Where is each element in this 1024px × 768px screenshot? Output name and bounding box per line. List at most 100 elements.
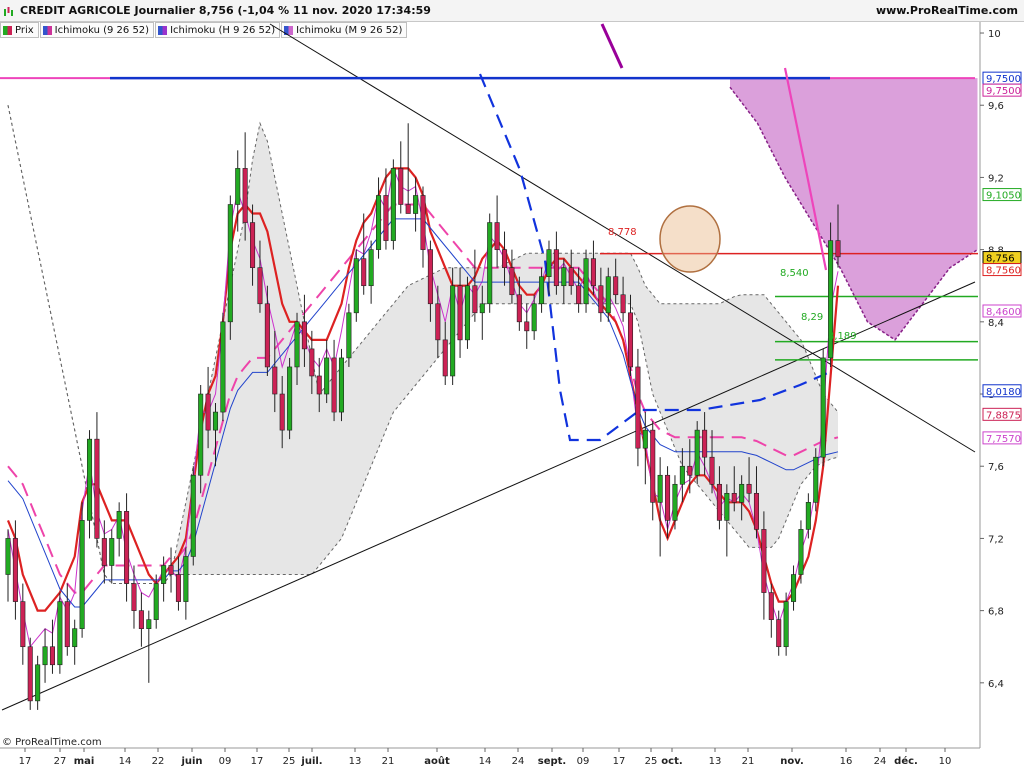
candle bbox=[309, 348, 315, 377]
candle bbox=[12, 538, 18, 602]
price-chart[interactable]: 8,7788,5408,298,189 109,69,28,88,487,67,… bbox=[0, 0, 1024, 768]
candle bbox=[361, 258, 367, 287]
candle bbox=[235, 168, 241, 205]
candle bbox=[279, 393, 285, 431]
candle bbox=[457, 285, 463, 341]
candle bbox=[264, 303, 270, 368]
annotation-label: 8,778 bbox=[608, 227, 637, 238]
y-tick-label: 10 bbox=[988, 29, 1001, 40]
candle bbox=[427, 249, 433, 305]
x-tick-label: 25 bbox=[645, 756, 658, 767]
annotation-label: 8,29 bbox=[801, 312, 823, 323]
candle bbox=[576, 285, 582, 305]
candle bbox=[420, 195, 426, 250]
candle bbox=[516, 294, 522, 323]
candle bbox=[442, 339, 448, 377]
candle bbox=[64, 601, 70, 648]
candle bbox=[205, 393, 211, 431]
x-tick-label: 27 bbox=[54, 756, 67, 767]
y-tick-label: 8,4 bbox=[988, 318, 1004, 329]
candle bbox=[287, 366, 293, 431]
candle bbox=[524, 321, 530, 332]
y-tick-label: 7,2 bbox=[988, 534, 1004, 545]
candle bbox=[768, 592, 774, 620]
candle bbox=[835, 240, 841, 258]
candle bbox=[724, 492, 730, 521]
candle bbox=[642, 429, 648, 449]
candle bbox=[561, 267, 567, 287]
candle bbox=[776, 619, 782, 648]
x-tick-label: mai bbox=[74, 756, 95, 767]
candle bbox=[746, 483, 752, 494]
candle bbox=[665, 474, 671, 521]
candle bbox=[35, 664, 41, 702]
candle bbox=[679, 465, 685, 485]
candle bbox=[635, 366, 641, 449]
candle bbox=[620, 294, 626, 314]
candle bbox=[338, 357, 345, 413]
candle bbox=[716, 483, 722, 521]
candle bbox=[20, 601, 26, 648]
candle bbox=[220, 321, 226, 413]
candle bbox=[650, 429, 656, 503]
x-tick-label: 14 bbox=[479, 756, 492, 767]
candle bbox=[175, 574, 181, 602]
x-tick-label: juil. bbox=[300, 756, 322, 767]
x-tick-label: 13 bbox=[349, 756, 362, 767]
price-label: 9,7500 bbox=[986, 74, 1021, 85]
candle bbox=[131, 583, 137, 611]
candle bbox=[413, 195, 419, 214]
candle bbox=[702, 429, 708, 458]
y-tick-label: 6,4 bbox=[988, 679, 1004, 690]
x-tick-label: 25 bbox=[283, 756, 296, 767]
candle bbox=[494, 222, 500, 250]
candle bbox=[398, 168, 404, 205]
x-tick-label: nov. bbox=[780, 756, 804, 767]
highlight-circle bbox=[659, 205, 721, 273]
x-tick-label: 09 bbox=[577, 756, 590, 767]
candle bbox=[27, 646, 33, 702]
candle bbox=[161, 565, 167, 584]
candle bbox=[820, 357, 826, 458]
copyright: © ProRealTime.com bbox=[2, 737, 102, 748]
candle bbox=[49, 646, 55, 666]
candle bbox=[753, 492, 760, 530]
candle bbox=[272, 366, 278, 395]
candle bbox=[331, 357, 337, 413]
candle bbox=[86, 438, 93, 521]
candle bbox=[783, 601, 789, 648]
candle bbox=[627, 312, 634, 368]
x-tick-label: 17 bbox=[251, 756, 264, 767]
candle bbox=[390, 168, 396, 241]
candle bbox=[613, 276, 619, 296]
candle bbox=[450, 285, 456, 377]
candle bbox=[605, 276, 611, 314]
candle bbox=[487, 222, 493, 305]
candle bbox=[472, 285, 478, 314]
candle bbox=[242, 168, 248, 223]
x-tick-label: juin bbox=[180, 756, 202, 767]
x-tick-label: oct. bbox=[661, 756, 682, 767]
candle bbox=[798, 529, 804, 575]
price-label: 7,7570 bbox=[986, 434, 1021, 445]
candle bbox=[72, 628, 78, 648]
candle bbox=[294, 321, 300, 368]
candle bbox=[190, 474, 196, 557]
x-tick-label: sept. bbox=[538, 756, 566, 767]
y-tick-label: 9,2 bbox=[988, 173, 1004, 184]
candle bbox=[368, 249, 374, 287]
candle bbox=[5, 538, 11, 575]
candle bbox=[250, 222, 256, 268]
candle bbox=[590, 258, 596, 287]
candle bbox=[694, 429, 700, 476]
y-tick-label: 6,8 bbox=[988, 607, 1004, 618]
candle bbox=[383, 195, 389, 241]
price-label: 9,7500 bbox=[986, 86, 1021, 97]
candle bbox=[109, 538, 115, 566]
x-tick-label: août bbox=[424, 755, 450, 767]
candle bbox=[376, 195, 382, 250]
x-tick-label: 09 bbox=[219, 756, 232, 767]
x-tick-label: 14 bbox=[119, 756, 132, 767]
y-tick-label: 9,6 bbox=[988, 101, 1004, 112]
candle bbox=[116, 511, 122, 539]
